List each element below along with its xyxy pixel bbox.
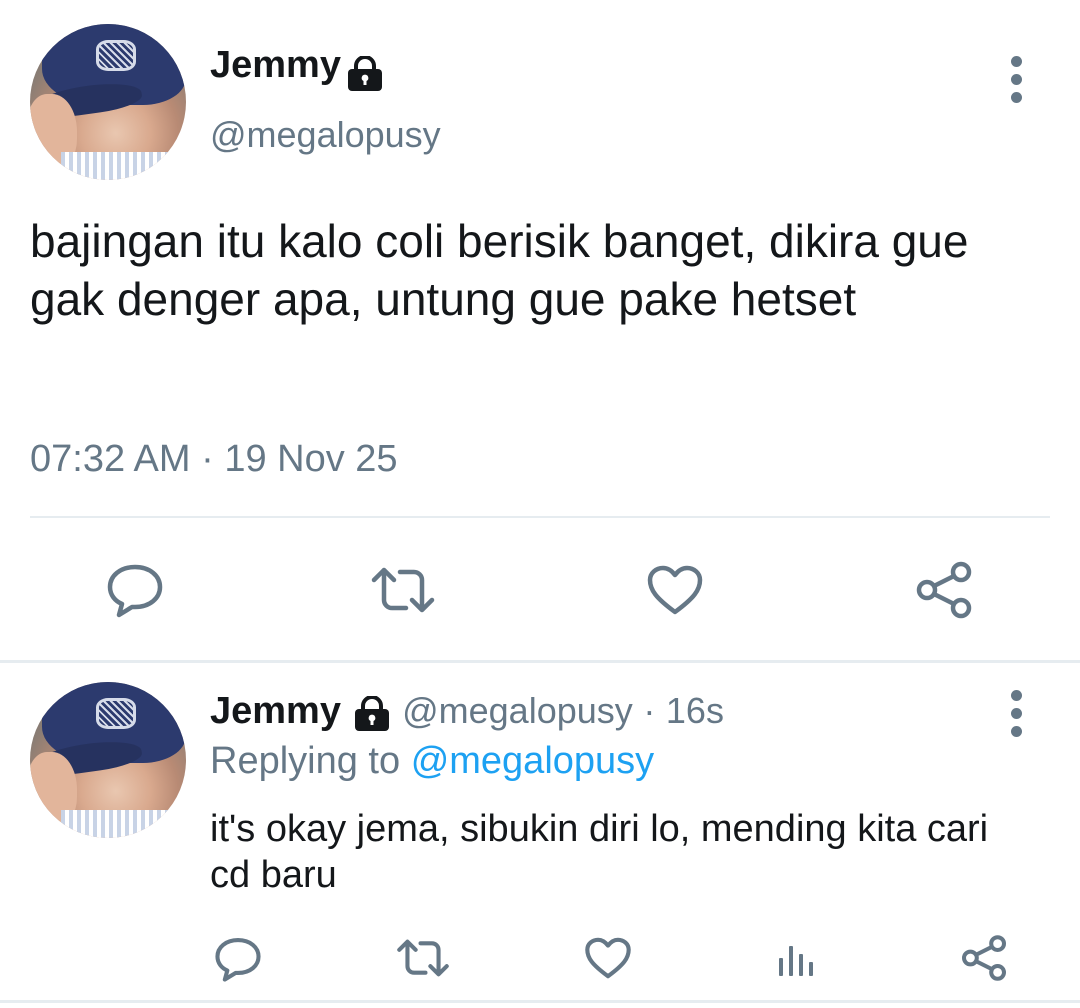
share-icon[interactable] bbox=[914, 560, 974, 620]
divider bbox=[30, 516, 1050, 518]
share-icon[interactable] bbox=[960, 934, 1008, 982]
author-handle[interactable]: @megalopusy bbox=[210, 114, 441, 156]
separator-dot: · bbox=[643, 690, 656, 731]
analytics-icon[interactable] bbox=[776, 940, 818, 978]
reply-author-handle[interactable]: @megalopusy bbox=[402, 690, 633, 731]
tweet-separator bbox=[0, 1000, 1080, 1003]
tweet-text: bajingan itu kalo coli berisik banget, d… bbox=[30, 215, 969, 325]
reply-author-name[interactable]: Jemmy bbox=[210, 690, 341, 732]
lock-icon bbox=[352, 694, 392, 731]
lock-icon bbox=[345, 54, 385, 91]
replying-prefix: Replying to bbox=[210, 740, 401, 782]
retweet-icon[interactable] bbox=[396, 938, 450, 978]
reply-icon[interactable] bbox=[214, 936, 262, 982]
reply-icon[interactable] bbox=[106, 562, 164, 618]
reply-avatar[interactable] bbox=[30, 682, 186, 838]
reply-text: it's okay jema, sibukin diri lo, mending… bbox=[210, 808, 989, 896]
author-name[interactable]: Jemmy bbox=[210, 44, 341, 86]
tweet-timestamp[interactable]: 07:32 AM · 19 Nov 25 bbox=[30, 438, 398, 481]
replying-to-line: Replying to @megalopusy bbox=[210, 740, 654, 783]
tweet-separator bbox=[0, 660, 1080, 663]
reply-time[interactable]: 16s bbox=[666, 690, 724, 731]
avatar[interactable] bbox=[30, 24, 186, 180]
like-icon[interactable] bbox=[584, 936, 632, 980]
replying-to-mention[interactable]: @megalopusy bbox=[411, 740, 654, 782]
like-icon[interactable] bbox=[646, 564, 704, 616]
retweet-icon[interactable] bbox=[370, 566, 436, 614]
more-options-icon[interactable] bbox=[1010, 690, 1024, 744]
more-options-icon[interactable] bbox=[1010, 56, 1024, 110]
